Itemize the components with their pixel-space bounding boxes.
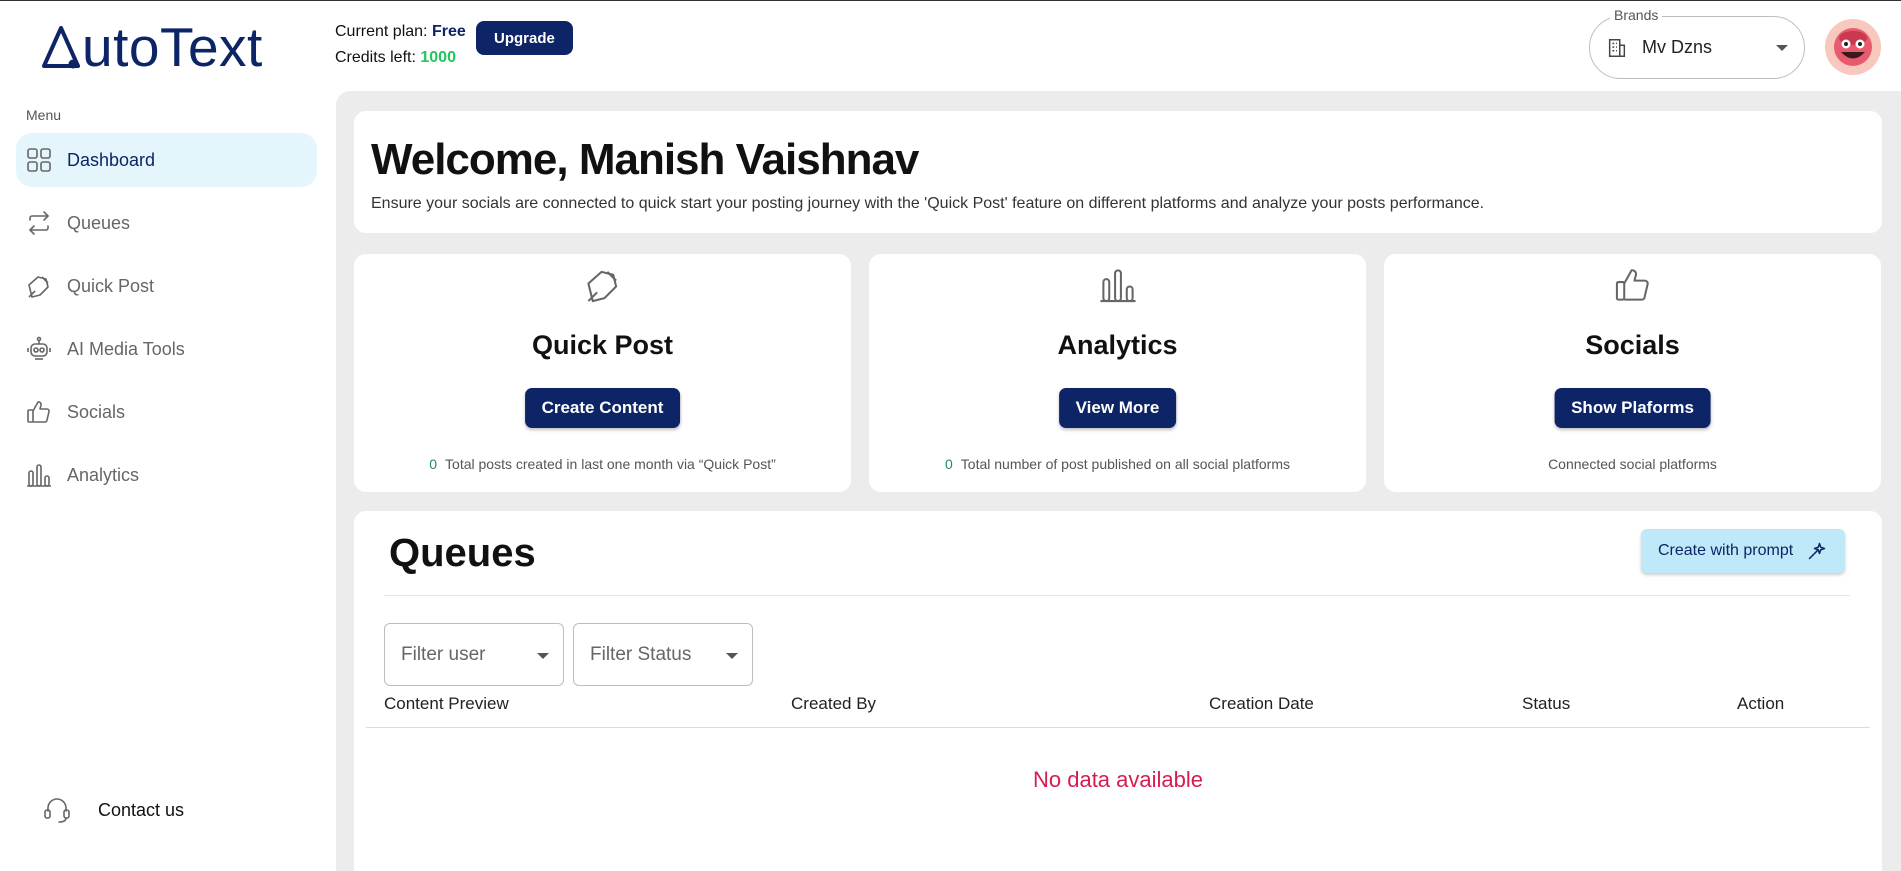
empty-state-message: No data available [1032, 767, 1203, 792]
robot-icon [26, 336, 52, 362]
feature-title: Analytics [1057, 330, 1178, 360]
feature-note-text: Total number of post published on all so… [960, 456, 1290, 472]
filter-user-select[interactable]: Filter user [384, 623, 564, 686]
sidebar-nav: Dashboard Queues Quick Post AI Media Too… [16, 133, 317, 511]
show-platforms-button[interactable]: Show Plaforms [1554, 388, 1711, 428]
brands-legend: Brands [1610, 7, 1663, 23]
sidebar-item-label: Queues [67, 212, 131, 233]
view-more-button[interactable]: View More [1058, 388, 1177, 428]
thumbs-up-icon [26, 399, 52, 425]
filter-status-select[interactable]: Filter Status [573, 623, 753, 686]
bar-chart-icon [1099, 269, 1136, 303]
feature-count: 0 [429, 456, 438, 472]
welcome-subtitle: Ensure your socials are connected to qui… [371, 195, 1485, 212]
upgrade-button[interactable]: Upgrade [476, 21, 573, 55]
magic-wand-icon [1808, 542, 1826, 560]
feature-title: Quick Post [531, 330, 674, 360]
grid-icon [26, 147, 52, 173]
sidebar-item-ai-media-tools[interactable]: AI Media Tools [16, 322, 317, 376]
create-content-button[interactable]: Create Content [524, 388, 681, 428]
filter-user-placeholder: Filter user [401, 643, 486, 665]
avatar-face-icon [1834, 28, 1872, 66]
sidebar-item-quick-post[interactable]: Quick Post [16, 259, 317, 313]
create-with-prompt-label: Create with prompt [1658, 542, 1794, 559]
logo-mark [42, 26, 80, 69]
create-with-prompt-button[interactable]: Create with prompt [1641, 529, 1845, 573]
sidebar-item-analytics[interactable]: Analytics [16, 448, 317, 502]
table-divider [366, 727, 1870, 728]
welcome-title: Welcome, Manish Vaishnav [371, 135, 919, 184]
socials-card: Socials Show Plaforms Connected social p… [1384, 254, 1881, 492]
chevron-down-icon [537, 653, 549, 659]
credits-value: 1000 [420, 49, 456, 66]
building-icon [1608, 38, 1626, 57]
top-bar: utoText Current plan: Free Credits left:… [0, 1, 1901, 91]
bar-chart-icon [26, 462, 52, 488]
contact-us-link[interactable]: Contact us [42, 795, 184, 825]
column-header-creation-date[interactable]: Creation Date [1209, 694, 1314, 714]
queues-card: Queues Create with prompt Filter user Fi… [354, 511, 1882, 871]
plan-value: Free [431, 23, 466, 40]
analytics-card: Analytics View More 0 Total number of pos… [869, 254, 1366, 492]
edit-icon [586, 270, 617, 303]
feature-title: Socials [1585, 330, 1680, 360]
app-logo[interactable]: utoText [40, 15, 263, 79]
sidebar-item-dashboard[interactable]: Dashboard [16, 133, 317, 187]
feature-note: 0 Total posts created in last one month v… [354, 456, 851, 472]
sidebar-item-label: Socials [67, 401, 126, 422]
feature-count: 0 [945, 456, 953, 472]
divider [384, 595, 1850, 596]
edit-icon [26, 273, 52, 299]
plan-info: Current plan: Free Credits left: 1000 [335, 19, 466, 71]
repeat-icon [26, 210, 52, 236]
sidebar-item-label: AI Media Tools [67, 338, 185, 359]
headset-icon [44, 798, 70, 823]
column-header-created-by[interactable]: Created By [791, 694, 876, 714]
feature-note-text: Total posts created in last one month vi… [445, 456, 776, 472]
avatar[interactable] [1825, 19, 1881, 75]
column-header-action[interactable]: Action [1737, 694, 1784, 714]
quick-post-card: Quick Post Create Content 0 Total posts c… [354, 254, 851, 492]
column-header-status[interactable]: Status [1522, 694, 1570, 714]
thumbs-up-icon [1615, 269, 1649, 301]
logo-text: utoText [82, 16, 263, 78]
feature-note: Connected social platforms [1384, 456, 1881, 472]
feature-note-text: Connected social platforms [1548, 456, 1717, 472]
brands-select-value: Mv Dzns [1642, 37, 1713, 57]
sidebar-item-label: Analytics [67, 464, 140, 485]
sidebar-item-socials[interactable]: Socials [16, 385, 317, 439]
queues-title: Queues [389, 531, 536, 575]
feature-note: 0 Total number of post published on all s… [869, 456, 1366, 472]
chevron-down-icon [1776, 45, 1788, 51]
contact-us-label: Contact us [98, 799, 185, 820]
plan-label: Current plan: [335, 23, 428, 40]
credits-label: Credits left: [335, 49, 416, 66]
sidebar-item-queues[interactable]: Queues [16, 196, 317, 250]
filter-status-placeholder: Filter Status [590, 643, 692, 665]
sidebar-item-label: Quick Post [67, 275, 155, 296]
column-header-content-preview[interactable]: Content Preview [384, 694, 509, 714]
chevron-down-icon [726, 653, 738, 659]
main-content: Welcome, Manish Vaishnav Ensure your soc… [336, 91, 1901, 871]
sidebar: Menu Dashboard Queues Quick Post AI Medi… [0, 91, 336, 871]
menu-label: Menu [26, 107, 62, 123]
brands-select[interactable]: Brands Mv Dzns [1589, 7, 1805, 79]
sidebar-item-label: Dashboard [67, 149, 156, 170]
welcome-card: Welcome, Manish Vaishnav Ensure your soc… [354, 111, 1882, 233]
